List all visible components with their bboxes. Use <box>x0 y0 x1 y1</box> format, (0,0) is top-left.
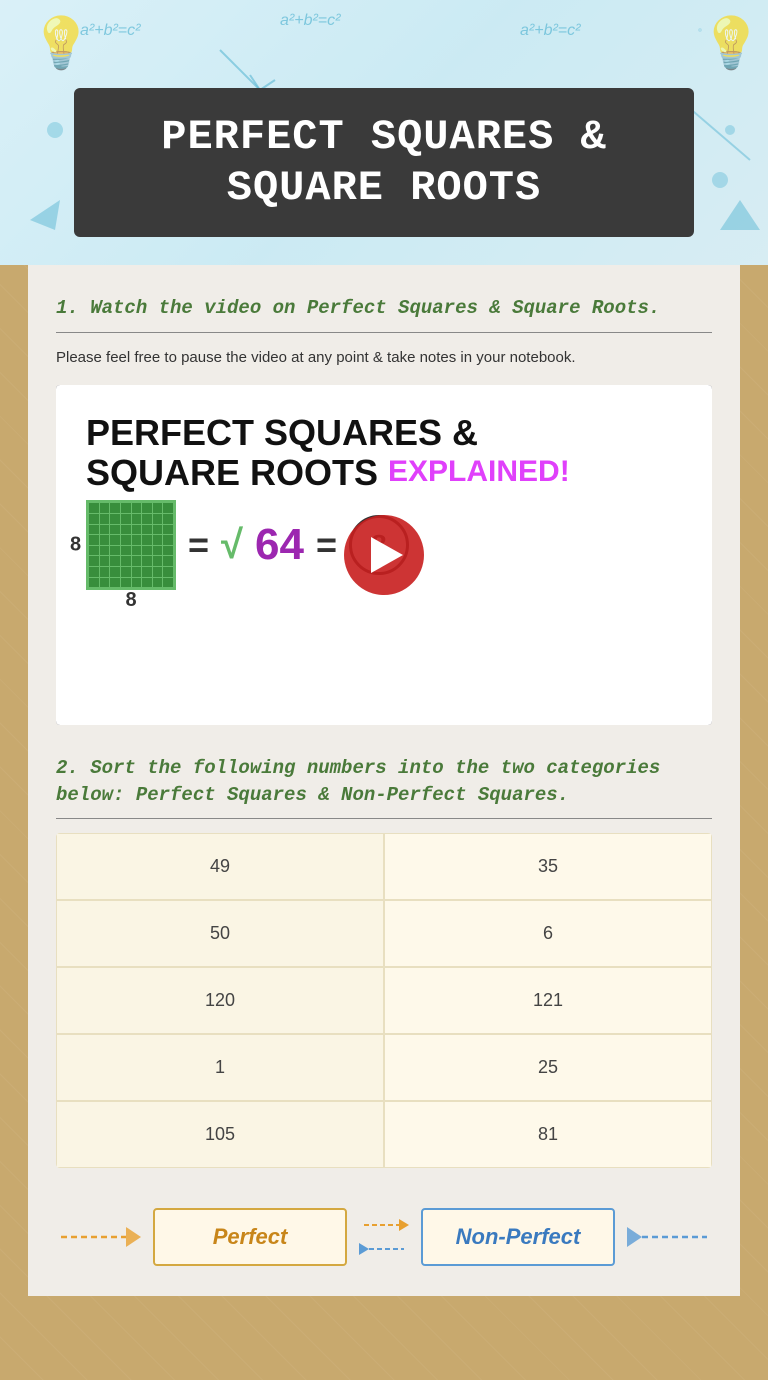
table-row: 50 6 <box>56 900 712 967</box>
categories-row: Perfect Non-Perfect <box>56 1198 712 1276</box>
perfect-category-button[interactable]: Perfect <box>153 1208 347 1266</box>
non-perfect-category-button[interactable]: Non-Perfect <box>421 1208 615 1266</box>
svg-text:a²+b²=c²: a²+b²=c² <box>80 22 141 39</box>
number-left-3[interactable]: 1 <box>56 1034 384 1101</box>
table-row: 120 121 <box>56 967 712 1034</box>
table-row: 1 25 <box>56 1034 712 1101</box>
main-content: 1. Watch the video on Perfect Squares & … <box>28 265 740 1188</box>
table-row: 49 35 <box>56 833 712 900</box>
svg-text:💡: 💡 <box>700 14 762 71</box>
page-title: Perfect Squares & Square Roots <box>114 112 654 213</box>
video-row2: SQUARE ROOTS EXPLAINED! <box>86 453 682 493</box>
svg-text:💡: 💡 <box>30 14 92 71</box>
top-background: 💡 a²+b²=c² a²+b²=c² a²+b²=c² 💡 Perfe <box>0 0 768 265</box>
sqrt-symbol: √ <box>221 523 243 568</box>
number-left-4[interactable]: 105 <box>56 1101 384 1168</box>
table-row: 105 81 <box>56 1101 712 1168</box>
number-right-0[interactable]: 35 <box>384 833 712 900</box>
number-left-2[interactable]: 120 <box>56 967 384 1034</box>
grid-visualization: // Render grid cells document.currentScr… <box>86 500 176 590</box>
section1-description: Please feel free to pause the video at a… <box>56 347 712 370</box>
video-title-line1: PERFECT SQUARES & <box>86 413 478 453</box>
left-arrow-decoration <box>56 1212 141 1262</box>
svg-text:a²+b²=c²: a²+b²=c² <box>280 12 341 29</box>
svg-text:a²+b²=c²: a²+b²=c² <box>520 22 581 39</box>
right-arrow-decoration <box>627 1212 712 1262</box>
number-64: 64 <box>255 520 304 570</box>
number-left-0[interactable]: 49 <box>56 833 384 900</box>
section2-heading: 2. Sort the following numbers into the t… <box>56 755 712 819</box>
equals-sign-1: = <box>188 524 209 566</box>
video-thumbnail[interactable]: PERFECT SQUARES & SQUARE ROOTS EXPLAINED… <box>56 385 712 725</box>
number-right-1[interactable]: 6 <box>384 900 712 967</box>
title-box: Perfect Squares & Square Roots <box>74 88 694 237</box>
video-explained: EXPLAINED! <box>388 455 570 489</box>
section-2: 2. Sort the following numbers into the t… <box>56 755 712 1168</box>
number-left-1[interactable]: 50 <box>56 900 384 967</box>
number-right-2[interactable]: 121 <box>384 967 712 1034</box>
play-icon <box>371 537 403 573</box>
bottom-categories: Perfect Non-Perfect <box>28 1188 740 1296</box>
section1-heading: 1. Watch the video on Perfect Squares & … <box>56 295 712 333</box>
video-title-line2: SQUARE ROOTS <box>86 453 378 493</box>
number-right-3[interactable]: 25 <box>384 1034 712 1101</box>
number-right-4[interactable]: 81 <box>384 1101 712 1168</box>
numbers-table: 49 35 50 6 120 121 1 25 105 81 <box>56 833 712 1168</box>
section-1: 1. Watch the video on Perfect Squares & … <box>56 295 712 725</box>
play-button[interactable] <box>344 515 424 595</box>
equals-sign-2: = <box>316 524 337 566</box>
middle-arrows <box>359 1215 409 1259</box>
